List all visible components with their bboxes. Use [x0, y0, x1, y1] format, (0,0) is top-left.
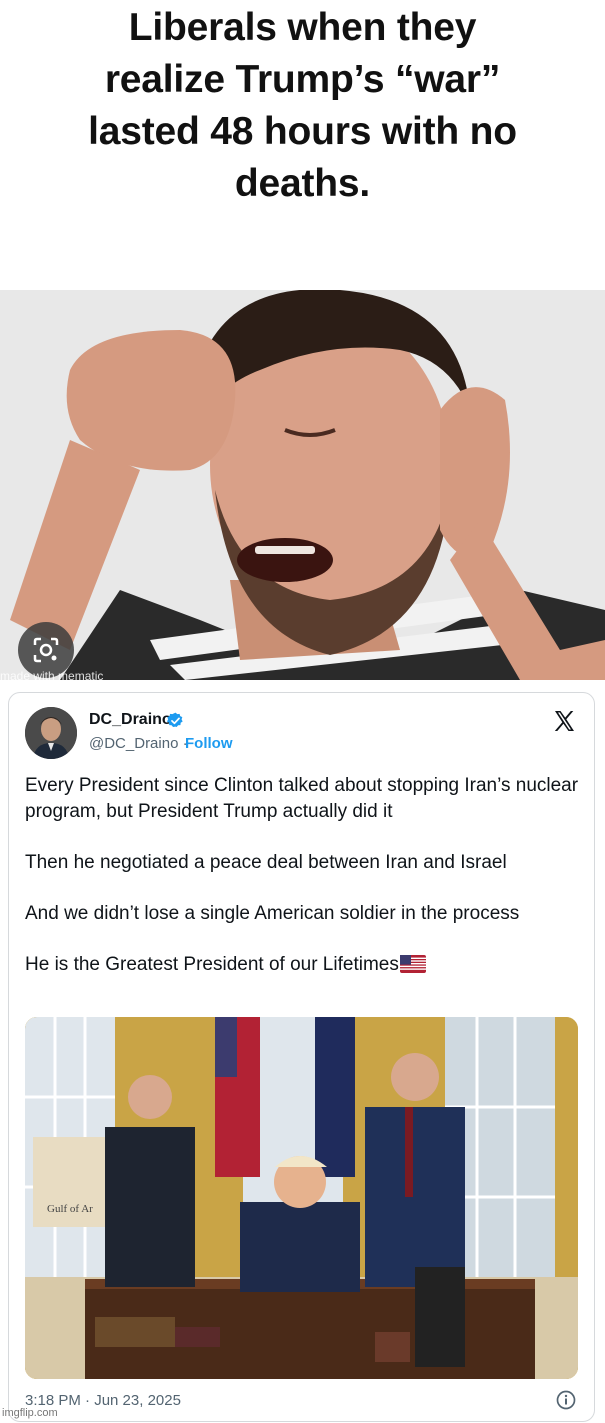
caption-line-3: lasted 48 hours with no — [88, 110, 517, 153]
meme-caption: Liberals when they realize Trump’s “war”… — [0, 0, 605, 290]
mematic-watermark: made with mematic — [0, 669, 104, 683]
follow-button[interactable]: Follow — [185, 735, 233, 752]
handle[interactable]: @DC_Draino — [89, 735, 178, 752]
tweet-paragraph-4-wrap: He is the Greatest President of our Life… — [25, 952, 580, 978]
caption-line-1: Liberals when they — [128, 6, 477, 49]
caption-line-4: deaths. — [234, 162, 371, 205]
x-logo-icon[interactable] — [552, 709, 576, 733]
map-label: Gulf of Ar — [47, 1203, 93, 1215]
crying-man-illustration — [0, 290, 605, 680]
tweet-paragraph-4: He is the Greatest President of our Life… — [25, 954, 399, 975]
oval-office-illustration: Gulf of Ar — [25, 1017, 578, 1379]
tweet-card[interactable]: DC_Draino @DC_Draino · Follow Every Pres… — [8, 692, 595, 1422]
tweet-text: Every President since Clinton talked abo… — [25, 773, 580, 978]
info-icon[interactable] — [556, 1390, 576, 1410]
handle-line: @DC_Draino · — [89, 735, 188, 752]
meme-page: Liberals when they realize Trump’s “war”… — [0, 0, 605, 1423]
us-flag-icon — [399, 955, 426, 973]
avatar[interactable] — [25, 707, 77, 759]
tweet-photo[interactable]: Gulf of Ar — [25, 1017, 578, 1379]
tweet-paragraph-3: And we didn’t lose a single American sol… — [25, 903, 520, 924]
avatar-portrait — [25, 707, 77, 759]
caption-text: Liberals when they realize Trump’s “war”… — [20, 2, 585, 210]
crying-man-photo — [0, 290, 605, 680]
caption-line-2: realize Trump’s “war” — [104, 58, 501, 101]
google-lens-icon — [33, 637, 59, 663]
tweet-paragraph-1: Every President since Clinton talked abo… — [25, 775, 579, 822]
tweet-paragraph-2: Then he negotiated a peace deal between … — [25, 852, 507, 873]
verified-badge-icon — [167, 712, 183, 727]
display-name[interactable]: DC_Draino — [89, 711, 172, 729]
imgflip-watermark: imgflip.com — [2, 1407, 58, 1419]
